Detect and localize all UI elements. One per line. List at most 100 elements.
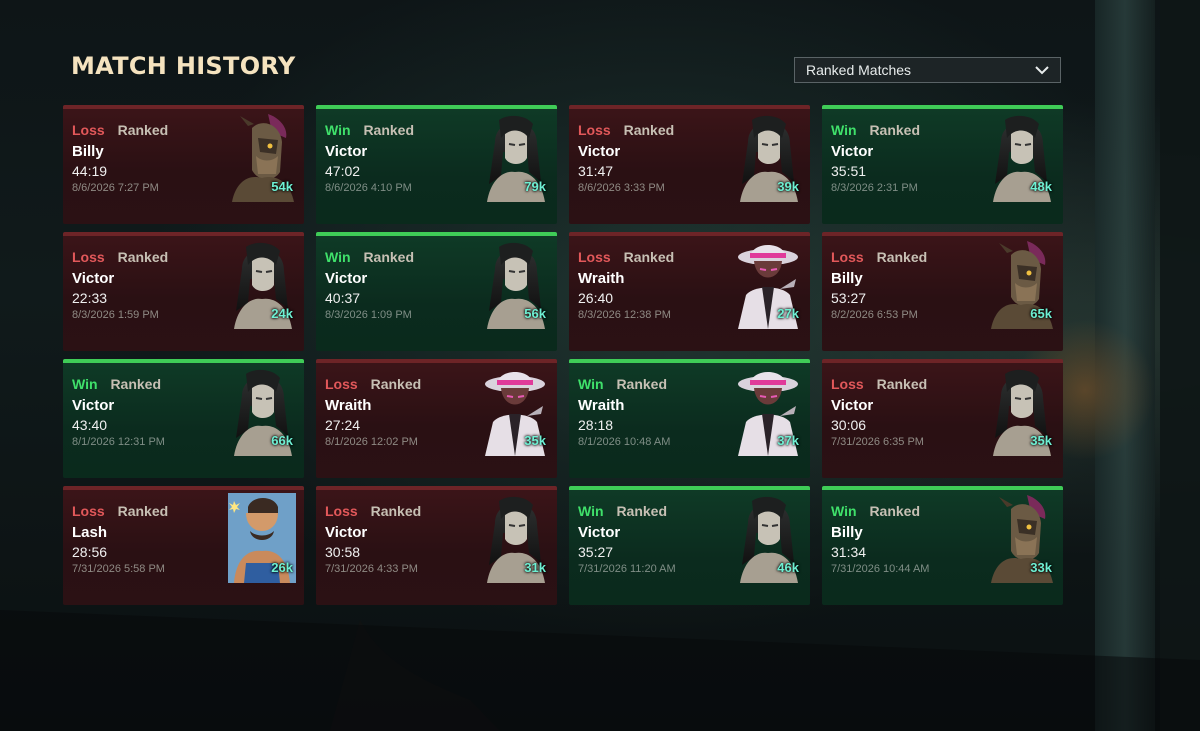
match-card[interactable]: Loss Ranked Victor 22:33 8/3/2026 1:59 P… bbox=[63, 232, 304, 351]
match-header: Win Ranked bbox=[831, 122, 920, 138]
match-duration: 44:19 bbox=[72, 163, 108, 179]
match-mode: Ranked bbox=[110, 376, 162, 392]
match-datetime: 7/31/2026 6:35 PM bbox=[831, 436, 924, 448]
match-mode: Ranked bbox=[869, 503, 921, 519]
match-card[interactable]: Win Ranked Victor 35:51 8/3/2026 2:31 PM… bbox=[822, 105, 1063, 224]
match-datetime: 8/6/2026 3:33 PM bbox=[578, 182, 665, 194]
hero-name: Wraith bbox=[578, 397, 625, 414]
match-datetime: 8/1/2026 12:02 PM bbox=[325, 436, 418, 448]
souls-count: 56k bbox=[524, 306, 546, 321]
match-card[interactable]: Loss Ranked Lash 28:56 7/31/2026 5:58 PM… bbox=[63, 486, 304, 605]
match-mode: Ranked bbox=[623, 122, 675, 138]
hero-name: Victor bbox=[831, 397, 874, 414]
match-duration: 40:37 bbox=[325, 290, 361, 306]
match-datetime: 8/1/2026 10:48 AM bbox=[578, 436, 671, 448]
match-result: Loss bbox=[831, 376, 864, 392]
hero-name: Victor bbox=[325, 524, 368, 541]
page-title: MATCH HISTORY bbox=[71, 52, 296, 80]
hero-name: Lash bbox=[72, 524, 108, 541]
match-card[interactable]: Win Ranked Victor 47:02 8/6/2026 4:10 PM… bbox=[316, 105, 557, 224]
match-grid: Loss Ranked Billy 44:19 8/6/2026 7:27 PM… bbox=[63, 105, 1063, 605]
match-duration: 35:27 bbox=[578, 544, 614, 560]
hero-name: Wraith bbox=[578, 270, 625, 287]
match-type-dropdown[interactable]: Ranked Matches bbox=[794, 57, 1061, 83]
souls-count: 24k bbox=[271, 306, 293, 321]
souls-count: 54k bbox=[271, 179, 293, 194]
match-duration: 26:40 bbox=[578, 290, 614, 306]
match-result: Loss bbox=[831, 249, 864, 265]
match-card[interactable]: Loss Ranked Wraith 27:24 8/1/2026 12:02 … bbox=[316, 359, 557, 478]
match-header: Win Ranked bbox=[325, 122, 414, 138]
souls-count: 65k bbox=[1030, 306, 1052, 321]
match-duration: 30:06 bbox=[831, 417, 867, 433]
match-mode: Ranked bbox=[117, 122, 169, 138]
match-duration: 22:33 bbox=[72, 290, 108, 306]
souls-count: 27k bbox=[777, 306, 799, 321]
match-result: Loss bbox=[578, 122, 611, 138]
match-datetime: 8/3/2026 12:38 PM bbox=[578, 309, 671, 321]
hero-name: Billy bbox=[831, 524, 863, 541]
souls-count: 31k bbox=[524, 560, 546, 575]
match-card[interactable]: Loss Ranked Wraith 26:40 8/3/2026 12:38 … bbox=[569, 232, 810, 351]
match-card[interactable]: Loss Ranked Billy 53:27 8/2/2026 6:53 PM… bbox=[822, 232, 1063, 351]
souls-count: 46k bbox=[777, 560, 799, 575]
match-header: Loss Ranked bbox=[578, 122, 674, 138]
match-card[interactable]: Win Ranked Billy 31:34 7/31/2026 10:44 A… bbox=[822, 486, 1063, 605]
match-header: Loss Ranked bbox=[831, 249, 927, 265]
match-card[interactable]: Loss Ranked Victor 30:06 7/31/2026 6:35 … bbox=[822, 359, 1063, 478]
match-header: Loss Ranked bbox=[325, 376, 421, 392]
hero-name: Billy bbox=[831, 270, 863, 287]
match-mode: Ranked bbox=[363, 249, 415, 265]
match-mode: Ranked bbox=[370, 376, 422, 392]
match-mode: Ranked bbox=[117, 503, 169, 519]
match-mode: Ranked bbox=[876, 249, 928, 265]
match-result: Win bbox=[325, 122, 351, 138]
match-mode: Ranked bbox=[616, 503, 668, 519]
match-result: Win bbox=[72, 376, 98, 392]
hero-name: Victor bbox=[578, 143, 621, 160]
match-card[interactable]: Loss Ranked Billy 44:19 8/6/2026 7:27 PM… bbox=[63, 105, 304, 224]
souls-count: 35k bbox=[1030, 433, 1052, 448]
match-card[interactable]: Win Ranked Victor 43:40 8/1/2026 12:31 P… bbox=[63, 359, 304, 478]
match-header: Loss Ranked bbox=[578, 249, 674, 265]
match-mode: Ranked bbox=[117, 249, 169, 265]
match-card[interactable]: Win Ranked Wraith 28:18 8/1/2026 10:48 A… bbox=[569, 359, 810, 478]
match-card[interactable]: Loss Ranked Victor 30:58 7/31/2026 4:33 … bbox=[316, 486, 557, 605]
match-result: Win bbox=[578, 376, 604, 392]
match-result: Win bbox=[325, 249, 351, 265]
match-mode: Ranked bbox=[869, 122, 921, 138]
hero-name: Wraith bbox=[325, 397, 372, 414]
match-card[interactable]: Win Ranked Victor 40:37 8/3/2026 1:09 PM… bbox=[316, 232, 557, 351]
match-result: Loss bbox=[72, 503, 105, 519]
match-datetime: 7/31/2026 5:58 PM bbox=[72, 563, 165, 575]
souls-count: 48k bbox=[1030, 179, 1052, 194]
match-result: Loss bbox=[72, 122, 105, 138]
match-header: Loss Ranked bbox=[72, 503, 168, 519]
match-result: Loss bbox=[72, 249, 105, 265]
souls-count: 33k bbox=[1030, 560, 1052, 575]
match-datetime: 8/3/2026 1:09 PM bbox=[325, 309, 412, 321]
souls-count: 35k bbox=[524, 433, 546, 448]
match-mode: Ranked bbox=[876, 376, 928, 392]
match-duration: 31:47 bbox=[578, 163, 614, 179]
chevron-down-icon bbox=[1034, 65, 1050, 75]
match-duration: 30:58 bbox=[325, 544, 361, 560]
match-card[interactable]: Loss Ranked Victor 31:47 8/6/2026 3:33 P… bbox=[569, 105, 810, 224]
hero-name: Victor bbox=[72, 270, 115, 287]
match-header: Win Ranked bbox=[578, 376, 667, 392]
hero-name: Victor bbox=[325, 270, 368, 287]
match-duration: 47:02 bbox=[325, 163, 361, 179]
match-result: Loss bbox=[578, 249, 611, 265]
match-result: Loss bbox=[325, 503, 358, 519]
match-datetime: 8/1/2026 12:31 PM bbox=[72, 436, 165, 448]
match-datetime: 8/3/2026 1:59 PM bbox=[72, 309, 159, 321]
match-result: Loss bbox=[325, 376, 358, 392]
souls-count: 39k bbox=[777, 179, 799, 194]
match-mode: Ranked bbox=[616, 376, 668, 392]
match-result: Win bbox=[831, 122, 857, 138]
dropdown-selected-value: Ranked Matches bbox=[806, 62, 912, 78]
match-header: Loss Ranked bbox=[831, 376, 927, 392]
match-datetime: 8/6/2026 7:27 PM bbox=[72, 182, 159, 194]
match-card[interactable]: Win Ranked Victor 35:27 7/31/2026 11:20 … bbox=[569, 486, 810, 605]
match-header: Loss Ranked bbox=[72, 249, 168, 265]
